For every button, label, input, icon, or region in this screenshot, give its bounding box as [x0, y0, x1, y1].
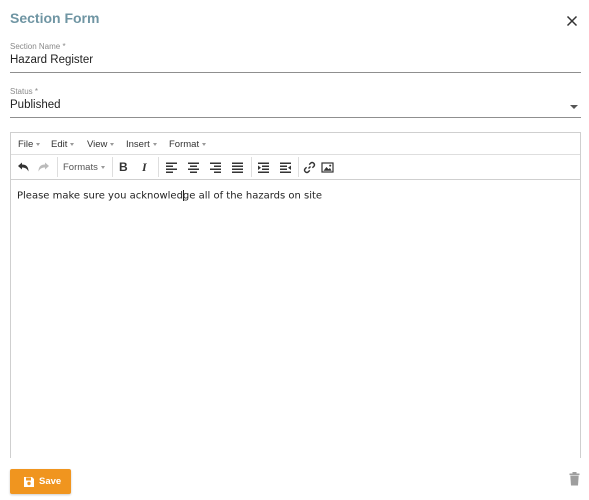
undo-icon[interactable]: [17, 161, 30, 174]
dialog-title: Section Form: [10, 10, 100, 26]
menu-view[interactable]: View: [87, 139, 115, 150]
section-name-input[interactable]: Hazard Register: [10, 54, 581, 66]
menu-edit-label: Edit: [51, 139, 68, 150]
menu-format[interactable]: Format: [169, 139, 207, 150]
redo-icon[interactable]: [37, 161, 50, 174]
formats-dropdown[interactable]: Formats: [63, 162, 105, 173]
close-icon[interactable]: [566, 14, 578, 27]
align-center-icon[interactable]: [187, 161, 200, 174]
dropdown-arrow-icon: [70, 142, 75, 146]
menu-insert-label: Insert: [126, 139, 150, 150]
section-name-field[interactable]: Section Name * Hazard Register: [10, 42, 581, 74]
formats-label: Formats: [63, 162, 98, 173]
trash-icon[interactable]: [569, 472, 580, 491]
save-button[interactable]: Save: [10, 469, 71, 494]
dropdown-arrow-icon: [152, 142, 157, 146]
dropdown-arrow-icon: [110, 142, 115, 146]
italic-button[interactable]: I: [142, 160, 147, 175]
status-underline: [10, 117, 581, 118]
menu-file-label: File: [18, 139, 34, 150]
status-label: Status *: [10, 87, 39, 96]
bold-button[interactable]: B: [119, 160, 128, 174]
menu-file[interactable]: File: [18, 139, 41, 150]
save-icon: [23, 475, 35, 493]
chevron-down-icon[interactable]: [570, 105, 578, 109]
status-select[interactable]: Status * Published: [10, 87, 581, 119]
align-right-icon[interactable]: [209, 161, 222, 174]
editor-content[interactable]: Please make sure you acknowledge all of …: [17, 190, 322, 202]
menu-edit[interactable]: Edit: [51, 139, 75, 150]
outdent-icon[interactable]: [257, 161, 270, 174]
editor-text-before-caret: Please make sure you acknowled: [17, 190, 183, 202]
menu-format-label: Format: [169, 139, 200, 150]
toolbar-separator: [251, 157, 252, 177]
section-name-label: Section Name *: [10, 42, 66, 51]
editor-menubar: File Edit View Insert Format: [11, 133, 580, 155]
rich-text-editor: File Edit View Insert Format Formats B I: [10, 132, 581, 458]
dropdown-arrow-icon: [36, 142, 41, 146]
editor-text-after-caret: ge all of the hazards on site: [182, 190, 323, 202]
align-justify-icon[interactable]: [231, 161, 244, 174]
dropdown-arrow-icon: [100, 165, 105, 169]
menu-view-label: View: [87, 139, 108, 150]
dropdown-arrow-icon: [202, 142, 207, 146]
image-icon[interactable]: [321, 161, 334, 174]
toolbar-separator: [158, 157, 159, 177]
align-left-icon[interactable]: [165, 161, 178, 174]
status-value[interactable]: Published: [10, 99, 581, 111]
section-name-underline: [10, 72, 581, 73]
menu-insert[interactable]: Insert: [126, 139, 157, 150]
editor-toolbar: Formats B I: [11, 155, 580, 180]
link-icon[interactable]: [303, 161, 316, 174]
toolbar-separator: [298, 157, 299, 177]
toolbar-separator: [57, 157, 58, 177]
indent-icon[interactable]: [279, 161, 292, 174]
toolbar-separator: [112, 157, 113, 177]
save-label: Save: [39, 476, 62, 487]
